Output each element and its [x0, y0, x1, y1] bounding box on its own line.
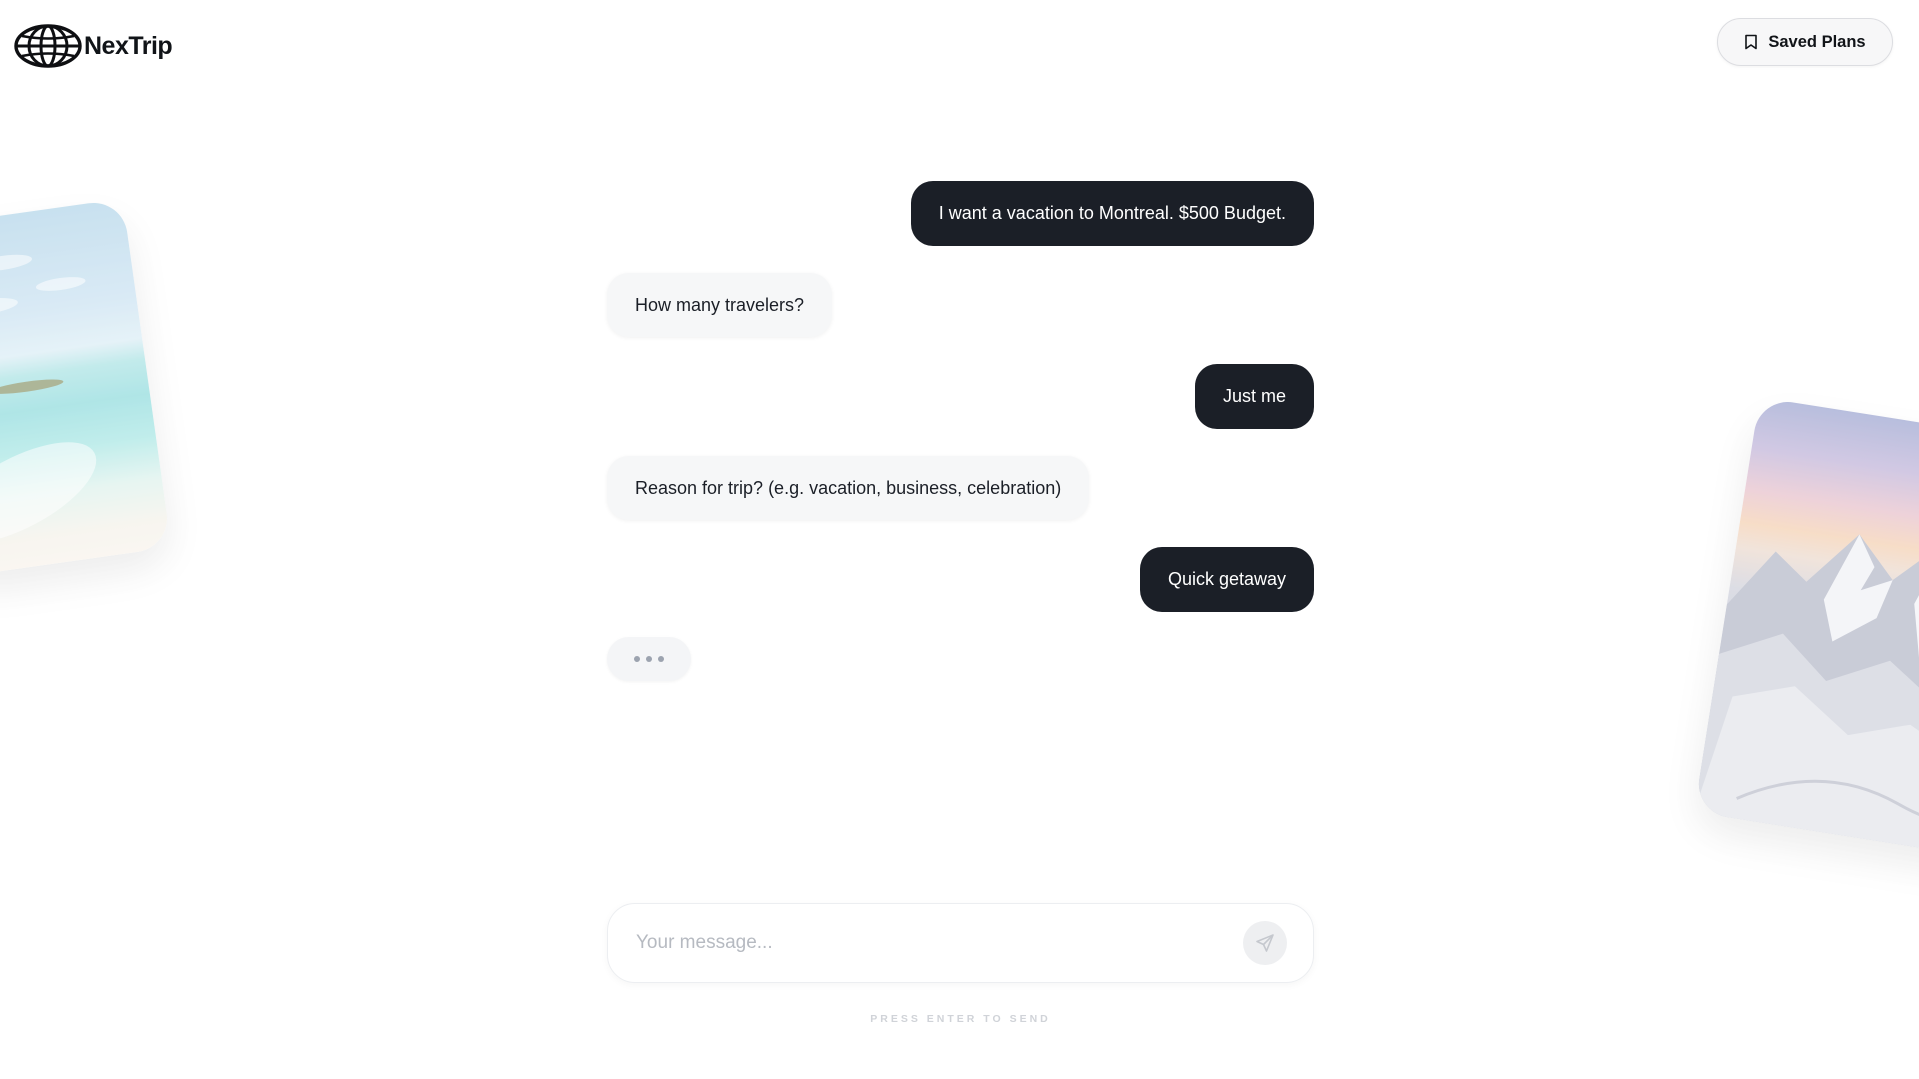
- island: [0, 376, 65, 397]
- app-name: NexTrip: [84, 31, 173, 60]
- beach-photo-card: [0, 198, 172, 578]
- chat-page: NexTrip Saved Plans I want a vacation to…: [0, 0, 1919, 1079]
- typing-indicator: [607, 636, 691, 681]
- user-message: I want a vacation to Montreal. $500 Budg…: [910, 181, 1314, 246]
- typing-dot: [634, 655, 640, 662]
- saved-plans-button[interactable]: Saved Plans: [1717, 18, 1893, 66]
- user-message: Quick getaway: [1139, 547, 1314, 612]
- bookmark-icon: [1745, 34, 1758, 50]
- typing-dot: [646, 655, 652, 662]
- typing-dot: [658, 655, 664, 662]
- message-composer: [607, 903, 1314, 983]
- send-button[interactable]: [1243, 921, 1287, 965]
- assistant-message: How many travelers?: [607, 272, 833, 337]
- message-input[interactable]: [636, 932, 1243, 954]
- globe-icon: [14, 24, 82, 68]
- saved-plans-label: Saved Plans: [1768, 32, 1866, 51]
- send-hint: PRESS ENTER TO SEND: [870, 1013, 1051, 1025]
- mountain-photo-card: [1693, 397, 1919, 859]
- chat-thread: I want a vacation to Montreal. $500 Budg…: [607, 181, 1314, 681]
- logo[interactable]: NexTrip: [14, 24, 173, 68]
- send-icon: [1256, 934, 1274, 952]
- user-message: Just me: [1194, 364, 1314, 429]
- assistant-message: Reason for trip? (e.g. vacation, busines…: [607, 455, 1090, 520]
